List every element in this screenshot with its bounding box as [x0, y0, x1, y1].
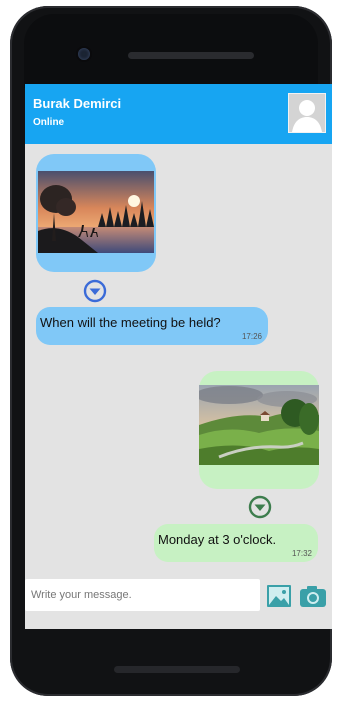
chat-screen: Burak Demirci Online When will the meeti…	[25, 84, 332, 629]
earpiece-speaker	[128, 52, 254, 59]
incoming-text-message[interactable]: When will the meeting be held? 17:26	[36, 307, 268, 345]
sunset-lake-picture	[38, 171, 154, 253]
message-text: Monday at 3 o'clock.	[158, 532, 277, 547]
sunset-lake-image[interactable]	[38, 171, 154, 253]
contact-status: Online	[33, 117, 65, 128]
message-input[interactable]	[25, 579, 260, 611]
download-icon[interactable]	[248, 495, 272, 519]
outgoing-text-message[interactable]: Monday at 3 o'clock. 17:32	[154, 524, 318, 562]
green-valley-image[interactable]	[199, 385, 319, 465]
phone-top-bezel	[24, 14, 318, 88]
message-text: When will the meeting be held?	[40, 315, 221, 330]
chat-header: Burak Demirci Online	[25, 84, 332, 144]
message-input-container	[25, 579, 260, 611]
image-gallery-icon[interactable]	[266, 584, 292, 608]
message-time: 17:26	[241, 332, 262, 341]
bottom-speaker	[114, 666, 240, 673]
green-valley-picture	[199, 385, 319, 465]
incoming-image-message[interactable]	[36, 154, 156, 272]
download-icon[interactable]	[83, 279, 107, 303]
outgoing-image-message[interactable]	[199, 371, 319, 489]
avatar[interactable]	[288, 93, 326, 133]
camera-icon[interactable]	[299, 584, 327, 608]
contact-name: Burak Demirci	[33, 96, 122, 111]
front-camera	[78, 48, 90, 60]
user-avatar-icon	[289, 94, 325, 132]
message-time: 17:32	[291, 549, 312, 558]
